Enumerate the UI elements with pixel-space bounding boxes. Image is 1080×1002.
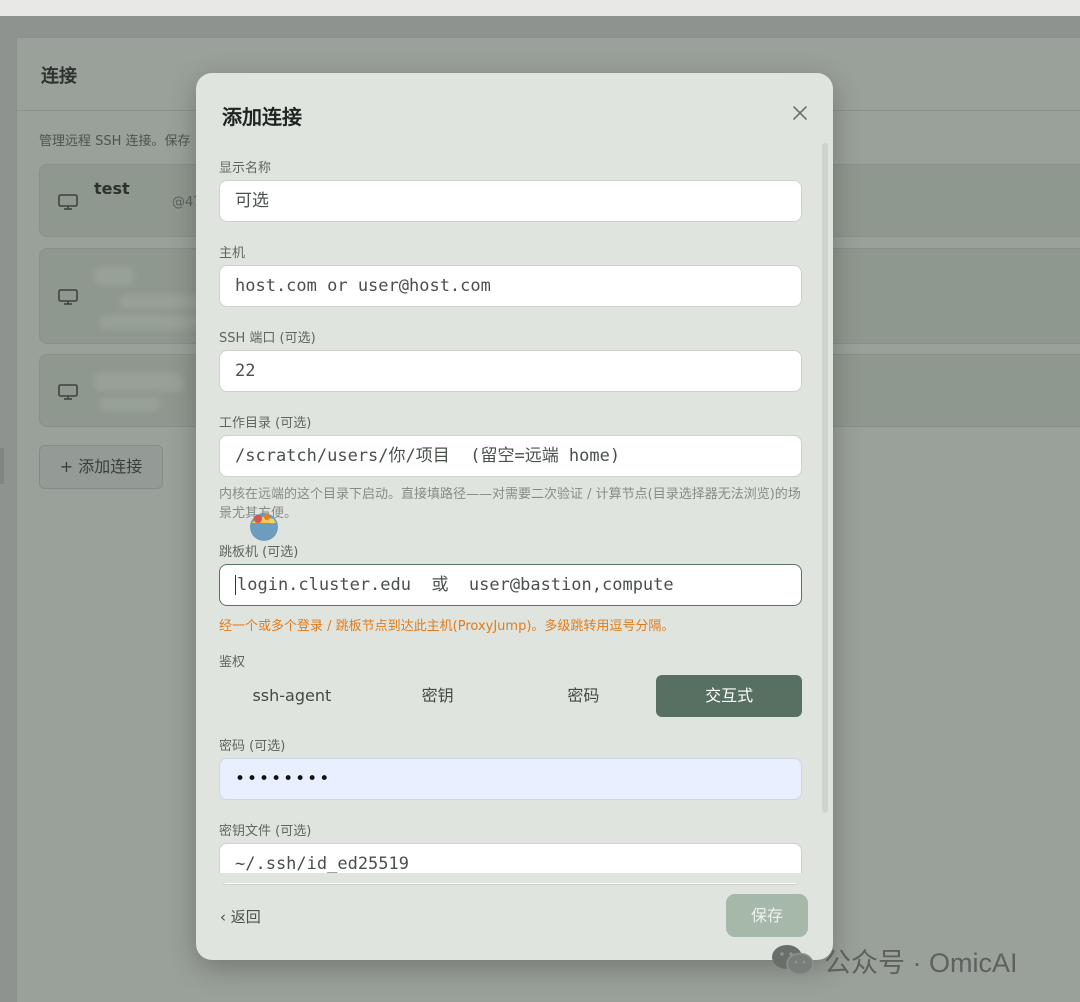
close-icon [793,106,807,120]
auth-label: 鉴权 [219,655,246,670]
jump-host-label: 跳板机 (可选) [219,545,299,560]
auth-option-password[interactable]: 密码 [511,675,657,717]
save-button[interactable]: 保存 [726,894,808,937]
host-label: 主机 [219,246,246,261]
monitor-icon [58,289,78,305]
page-description: 管理远程 SSH 连接。保存 [39,134,191,149]
redacted-text [120,295,200,309]
monitor-icon [58,384,78,400]
dialog-footer-divider [196,873,833,883]
workdir-hint: 内核在远端的这个目录下启动。直接填路径——对需要二次验证 / 计算节点(目录选择… [219,487,801,521]
password-input[interactable]: •••••••• [219,758,802,800]
redacted-text [94,373,184,391]
monitor-icon [58,194,78,210]
connection-name: test [94,179,130,198]
auth-segmented-control: ssh-agent 密钥 密码 交互式 [219,675,802,717]
dialog-scrollbar[interactable] [822,143,828,813]
dialog-title: 添加连接 [222,105,302,129]
display-name-label: 显示名称 [219,161,272,176]
add-connection-dialog: 添加连接 显示名称 可选 主机 host.com or user@host.co… [196,73,833,960]
ssh-port-input[interactable]: 22 [219,350,802,392]
add-connection-button[interactable]: + 添加连接 [39,445,163,489]
auth-option-key[interactable]: 密钥 [365,675,511,717]
jump-host-hint: 经一个或多个登录 / 跳板节点到达此主机(ProxyJump)。多级跳转用逗号分… [219,619,675,634]
page-title: 连接 [41,66,77,87]
wechat-icon [772,945,814,976]
text-caret [235,575,236,595]
cursor-highlight-icon [250,513,278,541]
password-label: 密码 (可选) [219,739,286,754]
jump-host-placeholder: login.cluster.edu 或 user@bastion,compute [237,575,674,595]
watermark-text: 公众号 · OmicAI [824,947,1018,978]
jump-host-input[interactable]: login.cluster.edu 或 user@bastion,compute [219,564,802,606]
ssh-port-label: SSH 端口 (可选) [219,331,316,346]
redacted-text [100,315,200,329]
close-button[interactable] [788,101,812,125]
auth-option-interactive[interactable]: 交互式 [656,675,802,717]
redacted-text [94,267,134,285]
workdir-input[interactable]: /scratch/users/你/项目 (留空=远端 home) [219,435,802,477]
left-edge-tab [0,448,4,484]
display-name-input[interactable]: 可选 [219,180,802,222]
back-link[interactable]: ‹ 返回 [220,906,261,927]
host-input[interactable]: host.com or user@host.com [219,265,802,307]
watermark: 公众号 · OmicAI [770,940,1018,980]
auth-option-ssh-agent[interactable]: ssh-agent [219,675,365,717]
workdir-label: 工作目录 (可选) [219,416,312,431]
window-top-bar [0,0,1080,16]
redacted-text [100,397,160,411]
key-file-label: 密钥文件 (可选) [219,824,312,839]
